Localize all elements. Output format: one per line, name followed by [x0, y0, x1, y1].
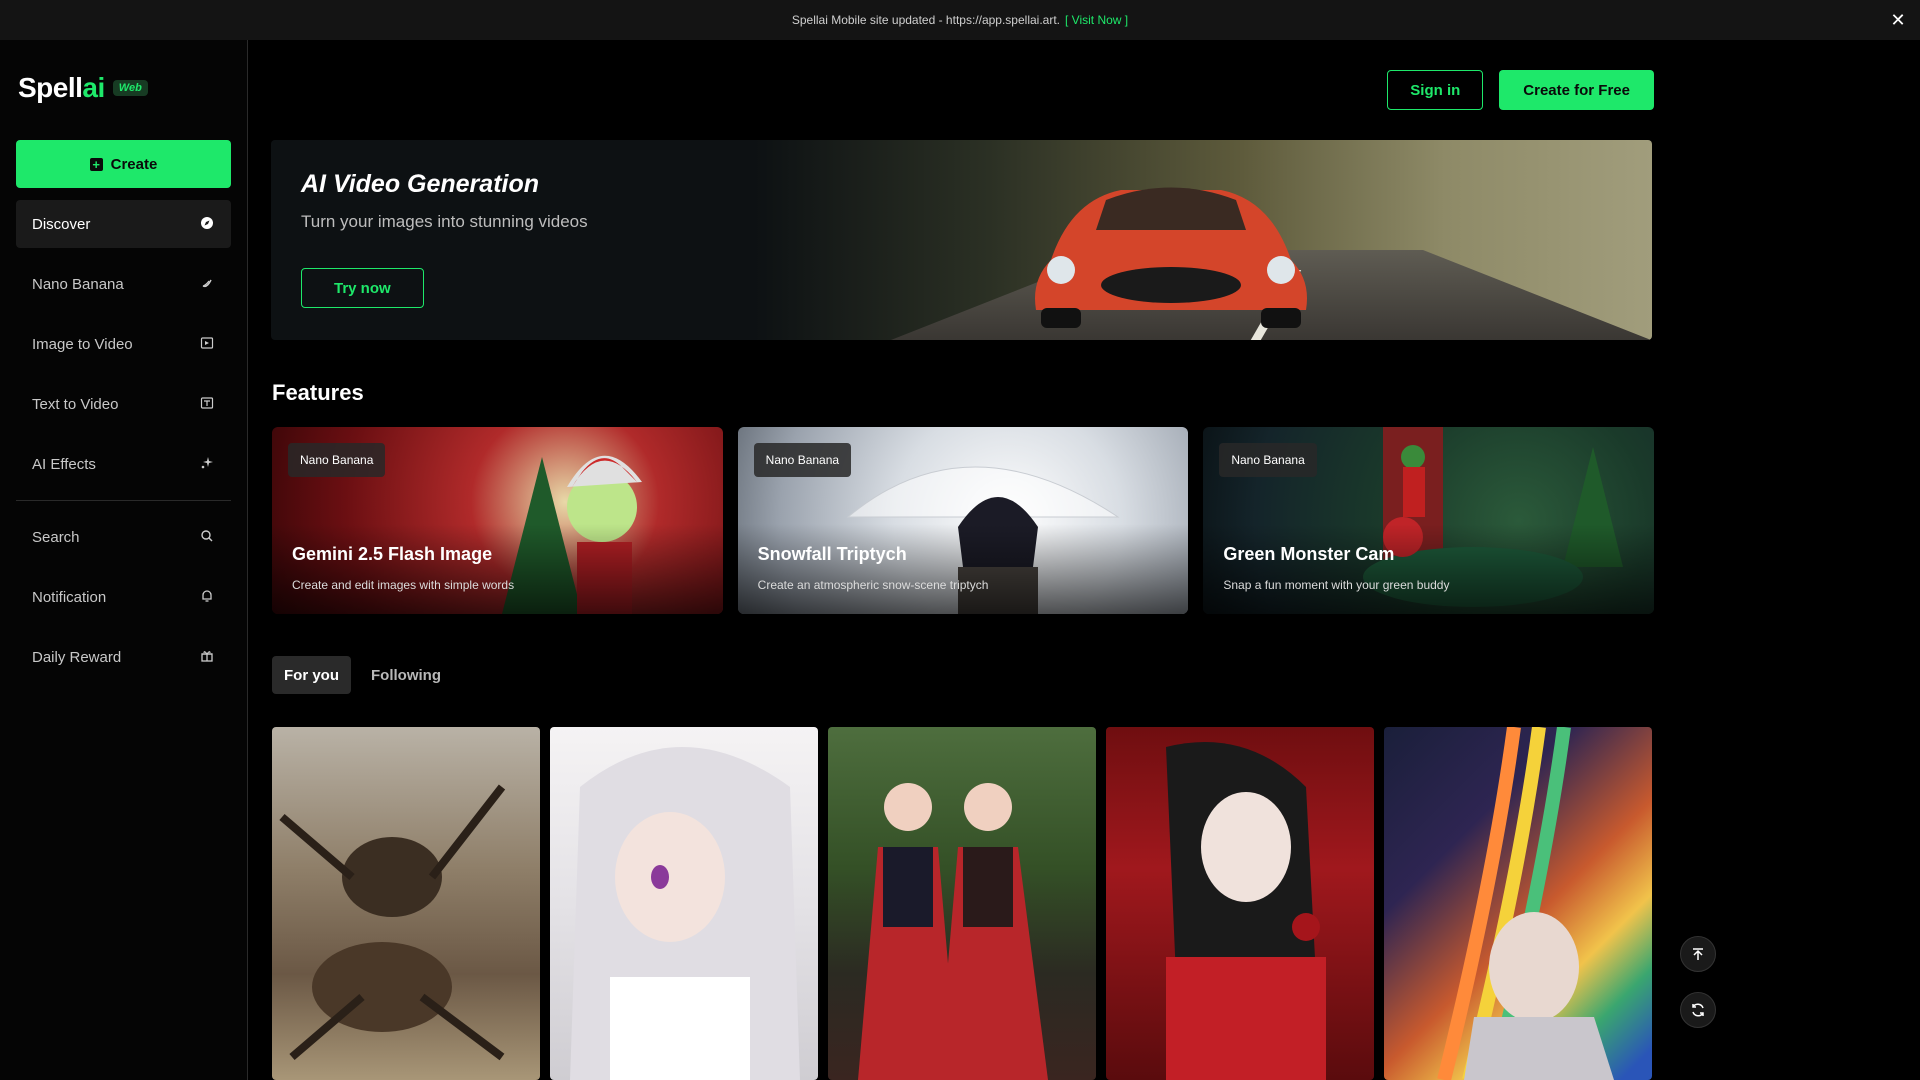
feature-tag: Nano Banana: [288, 443, 386, 477]
create-button-label: Create: [110, 155, 158, 173]
hero-car-image: [1035, 187, 1307, 328]
sidebar-item-search[interactable]: Search: [16, 513, 231, 561]
hero-banner[interactable]: AI Video Generation Turn your images int…: [271, 140, 1652, 340]
gallery-item[interactable]: [1106, 727, 1374, 1080]
plus-icon: +: [89, 157, 103, 171]
text-video-icon: [199, 396, 215, 413]
create-for-free-button[interactable]: Create for Free: [1499, 70, 1654, 110]
announcement-text: Spellai Mobile site updated - https://ap…: [791, 13, 1060, 27]
feature-subtitle: Create an atmospheric snow-scene triptyc…: [757, 578, 989, 592]
sidebar-divider: [16, 500, 231, 501]
tab-for-you[interactable]: For you: [272, 656, 351, 694]
hero-title: AI Video Generation: [301, 170, 540, 198]
feature-title: Gemini 2.5 Flash Image: [292, 544, 493, 564]
feature-shade: [1203, 524, 1655, 614]
image-video-icon: [199, 336, 215, 353]
search-icon: [199, 529, 215, 546]
gallery-image-spider: [279, 784, 506, 1061]
sign-in-button[interactable]: Sign in: [1387, 70, 1484, 110]
gallery-image-rainbow-girl: [1437, 727, 1614, 1080]
features-title: Features: [272, 380, 364, 405]
sidebar-item-text-to-video[interactable]: Text to Video: [16, 380, 231, 428]
feature-shade: [737, 524, 1189, 614]
feature-tag: Nano Banana: [753, 443, 852, 477]
header-actions: Sign in Create for Free: [1387, 70, 1654, 110]
sidebar-item-notification[interactable]: Notification: [16, 573, 231, 621]
compass-icon: [199, 216, 215, 233]
gallery-grid: [272, 727, 1654, 1080]
sidebar-nav: Discover Nano Banana Image to Video Text…: [16, 200, 231, 693]
sparkle-icon: [199, 456, 215, 473]
feature-card-gemini[interactable]: Nano Banana Gemini 2.5 Flash Image Creat…: [272, 427, 723, 614]
feature-subtitle: Create and edit images with simple words: [292, 578, 515, 592]
feature-subtitle: Snap a fun moment with your green buddy: [1223, 578, 1450, 592]
feature-card-snowfall[interactable]: Nano Banana Snowfall Triptych Create an …: [737, 427, 1189, 614]
gallery-image-gothic-woman: [1166, 742, 1326, 1080]
feature-tag: Nano Banana: [1219, 443, 1317, 477]
close-icon[interactable]: ✕: [1888, 10, 1908, 30]
tab-following[interactable]: Following: [359, 656, 453, 694]
refresh-icon[interactable]: [1680, 992, 1716, 1028]
scroll-top-icon[interactable]: [1680, 936, 1716, 972]
logo-text: Spellai: [18, 72, 105, 103]
visit-now-link[interactable]: [ Visit Now ]: [1065, 13, 1128, 27]
features-list: Nano Banana Gemini 2.5 Flash Image Creat…: [272, 427, 1655, 614]
feature-title: Green Monster Cam: [1223, 544, 1395, 564]
sidebar-item-daily-reward[interactable]: Daily Reward: [16, 633, 231, 681]
logo[interactable]: Spellai Web: [18, 72, 148, 104]
logo-badge: Web: [112, 80, 148, 96]
sidebar-item-nano-banana[interactable]: Nano Banana: [16, 260, 231, 308]
feature-title: Snowfall Triptych: [757, 544, 907, 564]
gallery-item[interactable]: [828, 727, 1096, 1080]
create-button[interactable]: + Create: [16, 140, 231, 188]
feed-tabs: For you Following: [272, 656, 453, 694]
gallery-item[interactable]: [550, 727, 818, 1080]
banana-icon: [199, 276, 215, 293]
gallery-item[interactable]: [1384, 727, 1652, 1080]
sidebar-item-image-to-video[interactable]: Image to Video: [16, 320, 231, 368]
feature-shade: [272, 524, 723, 614]
gallery-item[interactable]: [272, 727, 540, 1080]
sidebar-item-ai-effects[interactable]: AI Effects: [16, 440, 231, 488]
try-now-button[interactable]: Try now: [301, 268, 424, 308]
gallery-image-twin-girls: [858, 783, 1048, 1080]
hero-subtitle: Turn your images into stunning videos: [301, 212, 588, 231]
bell-icon: [199, 589, 215, 606]
gallery-image-silver-hair-girl: [570, 747, 800, 1080]
gift-icon: [199, 649, 215, 666]
sidebar-item-discover[interactable]: Discover: [16, 200, 231, 248]
sidebar: Spellai Web + Create Discover Nano Banan…: [0, 40, 248, 1080]
feature-card-green-monster[interactable]: Nano Banana Green Monster Cam Snap a fun…: [1203, 427, 1655, 614]
announcement-bar: Spellai Mobile site updated - https://ap…: [0, 0, 1920, 40]
